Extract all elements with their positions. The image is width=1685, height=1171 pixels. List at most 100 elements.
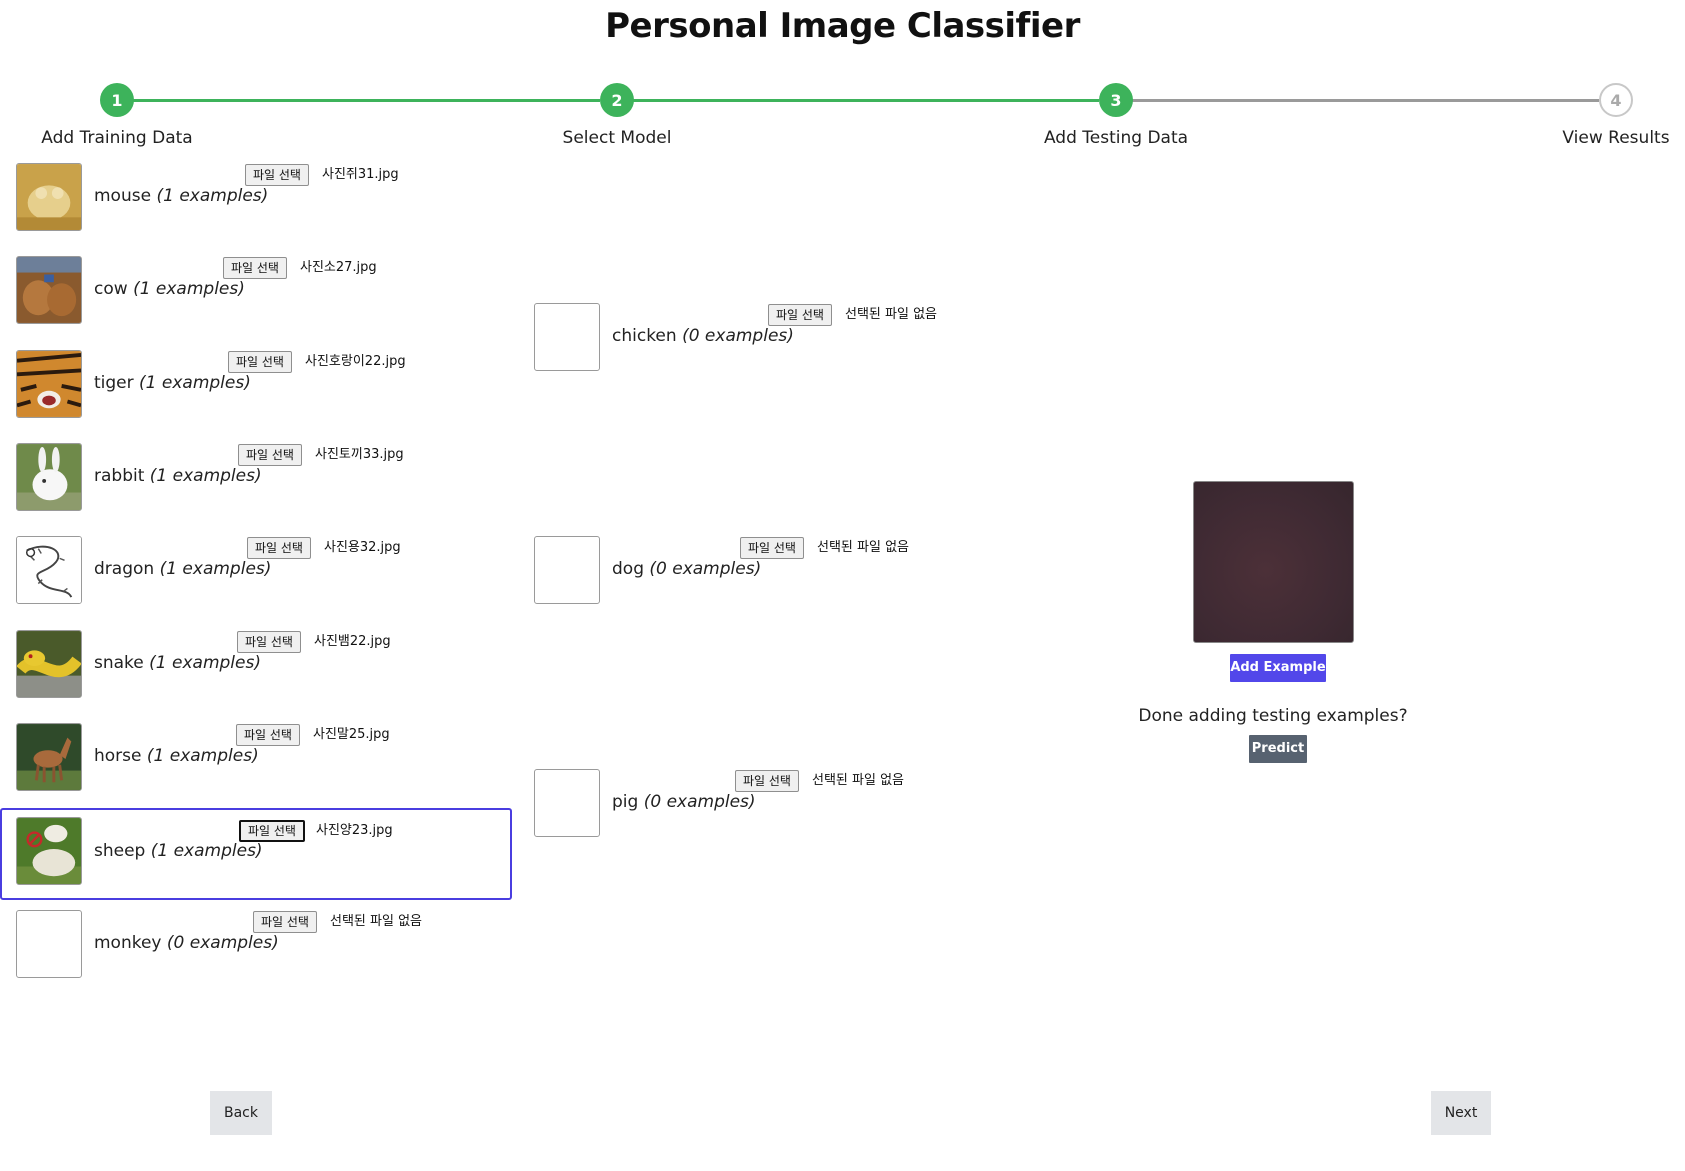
label-name: pig <box>612 792 639 812</box>
file-name: 사진쥐31.jpg <box>322 167 399 182</box>
chicken-thumbnail-empty <box>534 303 600 371</box>
label-name: cow <box>94 279 128 299</box>
label-text: horse (1 examples) <box>94 746 259 766</box>
predict-button[interactable]: Predict <box>1249 735 1307 763</box>
choose-file-button[interactable]: 파일 선택 <box>245 164 309 186</box>
label-text: pig (0 examples) <box>612 792 756 812</box>
label-row-sheep[interactable]: sheep (1 examples) 파일 선택 사진양23.jpg <box>0 808 512 900</box>
step-4-circle[interactable]: 4 <box>1599 83 1633 117</box>
file-name: 사진뱀22.jpg <box>314 634 391 649</box>
choose-file-button[interactable]: 파일 선택 <box>228 351 292 373</box>
label-name: dragon <box>94 559 155 579</box>
sheep-thumbnail <box>16 817 82 885</box>
dragon-thumbnail <box>16 536 82 604</box>
tiger-thumbnail <box>16 350 82 418</box>
label-name: dog <box>612 559 644 579</box>
label-row-dog[interactable]: dog (0 examples) 파일 선택 선택된 파일 없음 <box>530 529 1000 621</box>
dog-thumbnail-empty <box>534 536 600 604</box>
label-row-monkey[interactable]: monkey (0 examples) 파일 선택 선택된 파일 없음 <box>0 903 512 995</box>
pig-thumbnail-empty <box>534 769 600 837</box>
label-name: rabbit <box>94 466 145 486</box>
label-count: (0 examples) <box>166 933 279 953</box>
label-count: (1 examples) <box>146 746 259 766</box>
step-2-circle[interactable]: 2 <box>600 83 634 117</box>
horse-thumbnail <box>16 723 82 791</box>
label-text: sheep (1 examples) <box>94 841 263 861</box>
label-text: rabbit (1 examples) <box>94 466 262 486</box>
label-text: tiger (1 examples) <box>94 373 251 393</box>
file-name: 사진용32.jpg <box>324 540 401 555</box>
label-count: (1 examples) <box>139 373 251 393</box>
label-text: snake (1 examples) <box>94 653 261 673</box>
monkey-thumbnail-empty <box>16 910 82 978</box>
label-name: mouse <box>94 186 152 206</box>
step-1-label: Add Training Data <box>41 128 193 148</box>
label-name: sheep <box>94 841 146 861</box>
label-count: (1 examples) <box>133 279 245 299</box>
label-text: cow (1 examples) <box>94 279 245 299</box>
rabbit-thumbnail <box>16 443 82 511</box>
label-name: chicken <box>612 326 677 346</box>
label-row-snake[interactable]: snake (1 examples) 파일 선택 사진뱀22.jpg <box>0 623 512 715</box>
label-text: monkey (0 examples) <box>94 933 279 953</box>
file-name: 선택된 파일 없음 <box>812 773 904 788</box>
choose-file-button[interactable]: 파일 선택 <box>740 537 804 559</box>
label-row-dragon[interactable]: dragon (1 examples) 파일 선택 사진용32.jpg <box>0 529 512 621</box>
label-row-horse[interactable]: horse (1 examples) 파일 선택 사진말25.jpg <box>0 716 512 808</box>
label-text: dragon (1 examples) <box>94 559 271 579</box>
label-count: (1 examples) <box>156 186 269 206</box>
label-count: (1 examples) <box>150 841 263 861</box>
mouse-thumbnail <box>16 163 82 231</box>
stepper-line-2-3 <box>633 99 1099 102</box>
choose-file-button[interactable]: 파일 선택 <box>247 537 311 559</box>
label-count: (1 examples) <box>159 559 272 579</box>
choose-file-button[interactable]: 파일 선택 <box>223 257 287 279</box>
choose-file-button[interactable]: 파일 선택 <box>253 911 317 933</box>
label-text: mouse (1 examples) <box>94 186 268 206</box>
next-button[interactable]: Next <box>1431 1091 1491 1135</box>
label-count: (0 examples) <box>649 559 762 579</box>
choose-file-button[interactable]: 파일 선택 <box>768 304 832 326</box>
label-row-mouse[interactable]: mouse (1 examples) 파일 선택 사진쥐31.jpg <box>0 156 512 248</box>
done-adding-prompt: Done adding testing examples? <box>1138 706 1408 726</box>
file-name: 사진호랑이22.jpg <box>305 354 406 369</box>
choose-file-button[interactable]: 파일 선택 <box>735 770 799 792</box>
snake-thumbnail <box>16 630 82 698</box>
label-row-chicken[interactable]: chicken (0 examples) 파일 선택 선택된 파일 없음 <box>530 296 1000 388</box>
label-row-tiger[interactable]: tiger (1 examples) 파일 선택 사진호랑이22.jpg <box>0 343 512 435</box>
label-count: (1 examples) <box>149 653 261 673</box>
step-2-label: Select Model <box>562 128 672 148</box>
label-count: (1 examples) <box>149 466 262 486</box>
choose-file-button[interactable]: 파일 선택 <box>238 444 302 466</box>
step-1-circle[interactable]: 1 <box>100 83 134 117</box>
file-name: 선택된 파일 없음 <box>817 540 909 555</box>
cow-thumbnail <box>16 256 82 324</box>
label-count: (0 examples) <box>682 326 794 346</box>
file-name: 사진소27.jpg <box>300 260 377 275</box>
step-4-label: View Results <box>1562 128 1670 148</box>
file-name: 사진양23.jpg <box>316 823 393 838</box>
stepper-line-1-2 <box>133 99 600 102</box>
choose-file-button[interactable]: 파일 선택 <box>236 724 300 746</box>
file-name: 선택된 파일 없음 <box>330 914 422 929</box>
webcam-preview <box>1193 481 1354 643</box>
label-row-pig[interactable]: pig (0 examples) 파일 선택 선택된 파일 없음 <box>530 762 1000 854</box>
label-name: horse <box>94 746 142 766</box>
back-button[interactable]: Back <box>210 1091 272 1135</box>
file-name: 사진말25.jpg <box>313 727 390 742</box>
page-title: Personal Image Classifier <box>605 6 1080 46</box>
label-name: snake <box>94 653 144 673</box>
label-text: chicken (0 examples) <box>612 326 794 346</box>
stepper-line-3-4 <box>1132 99 1599 102</box>
step-3-circle[interactable]: 3 <box>1099 83 1133 117</box>
step-3-label: Add Testing Data <box>1043 128 1189 148</box>
add-example-button[interactable]: Add Example <box>1230 654 1326 682</box>
label-count: (0 examples) <box>643 792 756 812</box>
label-row-rabbit[interactable]: rabbit (1 examples) 파일 선택 사진토끼33.jpg <box>0 436 512 528</box>
choose-file-button[interactable]: 파일 선택 <box>239 820 305 842</box>
label-row-cow[interactable]: cow (1 examples) 파일 선택 사진소27.jpg <box>0 249 512 341</box>
file-name: 선택된 파일 없음 <box>845 307 937 322</box>
choose-file-button[interactable]: 파일 선택 <box>237 631 301 653</box>
label-name: monkey <box>94 933 162 953</box>
file-name: 사진토끼33.jpg <box>315 447 404 462</box>
